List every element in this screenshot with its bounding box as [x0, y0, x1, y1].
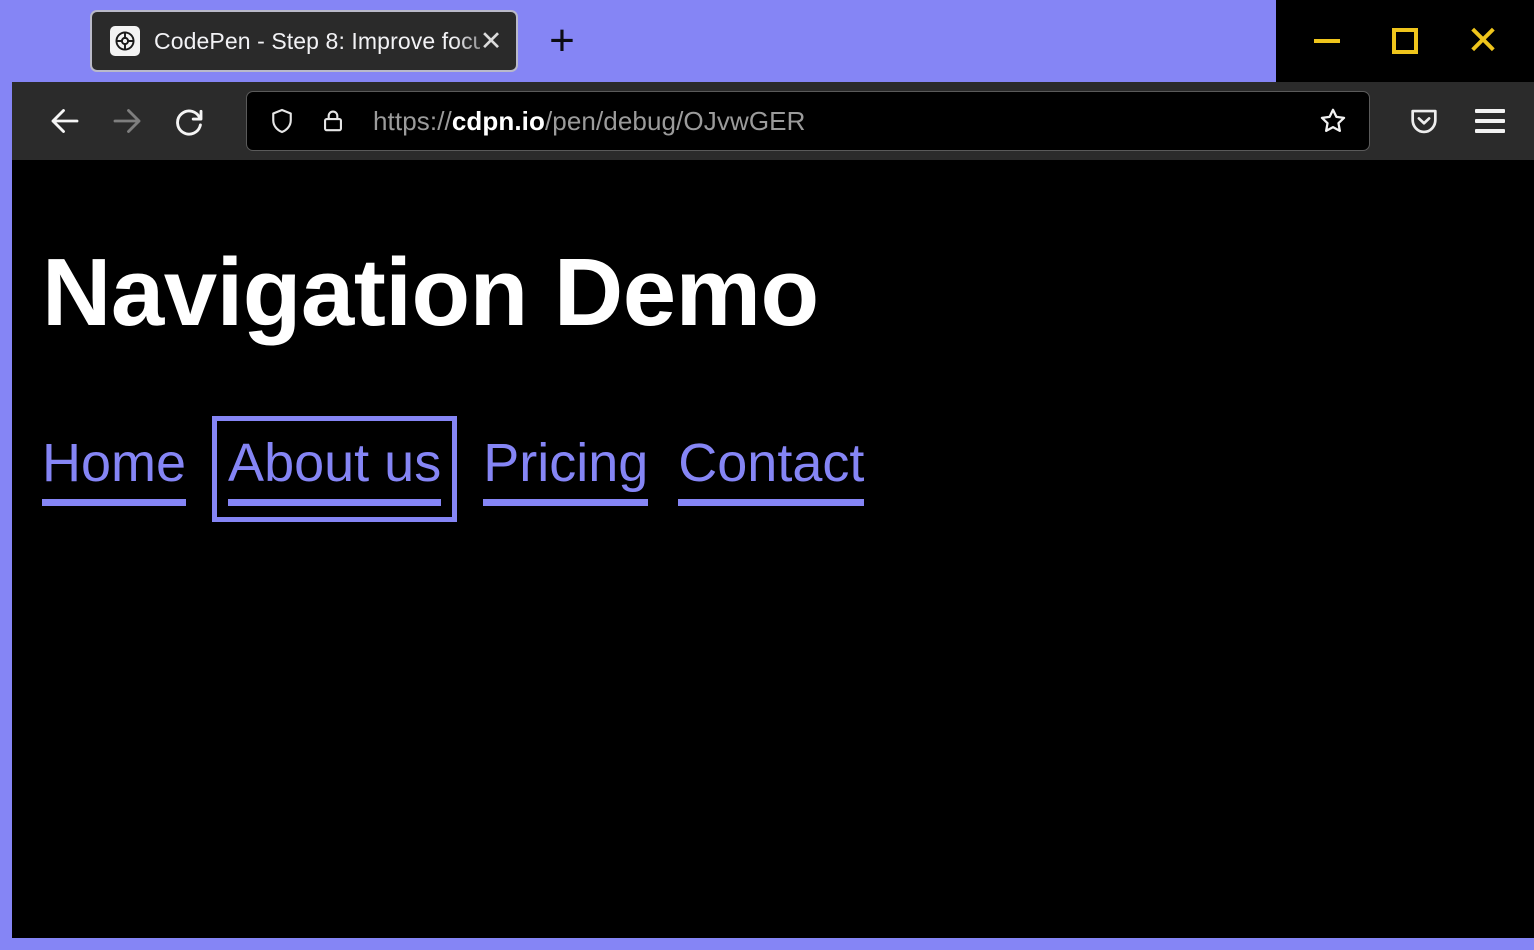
reload-icon: [171, 103, 207, 139]
nav-link-home[interactable]: Home: [42, 432, 186, 507]
forward-button[interactable]: [96, 90, 158, 152]
demo-navigation: Home About us Pricing Contact: [42, 432, 1534, 507]
maximize-button[interactable]: [1376, 12, 1434, 70]
url-host: cdpn.io: [452, 106, 545, 136]
tab-strip: CodePen - Step 8: Improve focu ✕ +: [0, 0, 1276, 82]
minimize-button[interactable]: [1298, 12, 1356, 70]
hamburger-icon: [1475, 109, 1505, 133]
shield-icon[interactable]: [267, 106, 297, 136]
tab-title: CodePen - Step 8: Improve focu: [154, 28, 480, 55]
new-tab-icon[interactable]: +: [534, 13, 590, 69]
pocket-icon: [1407, 104, 1441, 138]
nav-link-about-us[interactable]: About us: [228, 432, 441, 507]
lock-icon[interactable]: [319, 107, 347, 135]
nav-item-home: Home: [42, 432, 186, 507]
nav-item-about-us: About us: [228, 432, 441, 507]
close-window-icon: ✕: [1466, 21, 1500, 61]
arrow-right-icon: [109, 103, 145, 139]
url-path: /pen/debug/OJvwGER: [545, 106, 806, 136]
content-area: Navigation Demo Home About us Pricing Co…: [0, 160, 1534, 950]
menu-button[interactable]: [1460, 91, 1520, 151]
back-button[interactable]: [34, 90, 96, 152]
reload-button[interactable]: [158, 90, 220, 152]
nav-item-contact: Contact: [678, 432, 864, 507]
minimize-icon: [1314, 39, 1340, 43]
arrow-left-icon: [47, 103, 83, 139]
navigation-toolbar: https://cdpn.io/pen/debug/OJvwGER: [0, 82, 1534, 160]
page-body: Navigation Demo Home About us Pricing Co…: [12, 160, 1534, 938]
codepen-icon: [110, 26, 140, 56]
close-window-button[interactable]: ✕: [1454, 12, 1512, 70]
maximize-icon: [1392, 28, 1418, 54]
pocket-button[interactable]: [1394, 91, 1454, 151]
titlebar: CodePen - Step 8: Improve focu ✕ + ✕: [0, 0, 1534, 82]
star-icon[interactable]: [1311, 99, 1355, 143]
page-title: Navigation Demo: [42, 242, 1534, 344]
browser-tab[interactable]: CodePen - Step 8: Improve focu ✕: [90, 10, 518, 72]
url-scheme: https://: [373, 106, 452, 136]
browser-window: CodePen - Step 8: Improve focu ✕ + ✕: [0, 0, 1534, 950]
close-icon[interactable]: ✕: [474, 24, 508, 58]
nav-link-contact[interactable]: Contact: [678, 432, 864, 507]
window-controls: ✕: [1276, 0, 1534, 82]
nav-link-pricing[interactable]: Pricing: [483, 432, 648, 507]
url-text[interactable]: https://cdpn.io/pen/debug/OJvwGER: [373, 106, 1311, 137]
url-bar[interactable]: https://cdpn.io/pen/debug/OJvwGER: [246, 91, 1370, 151]
nav-item-pricing: Pricing: [483, 432, 648, 507]
